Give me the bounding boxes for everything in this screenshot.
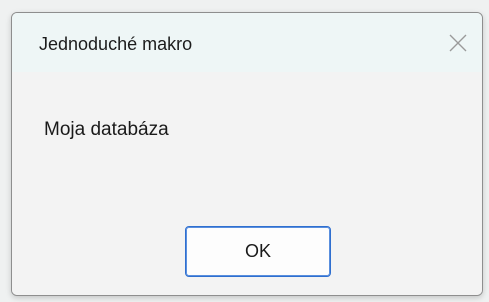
dialog-message: Moja databáza [44, 119, 169, 140]
close-icon [449, 34, 467, 52]
close-button[interactable] [440, 25, 476, 61]
message-dialog: Jednoduché makro Moja databáza OK [11, 12, 483, 296]
dialog-content: Moja databáza OK [12, 72, 482, 295]
dialog-titlebar: Jednoduché makro [12, 13, 482, 72]
dialog-title: Jednoduché makro [39, 34, 193, 54]
ok-button[interactable]: OK [185, 226, 331, 277]
